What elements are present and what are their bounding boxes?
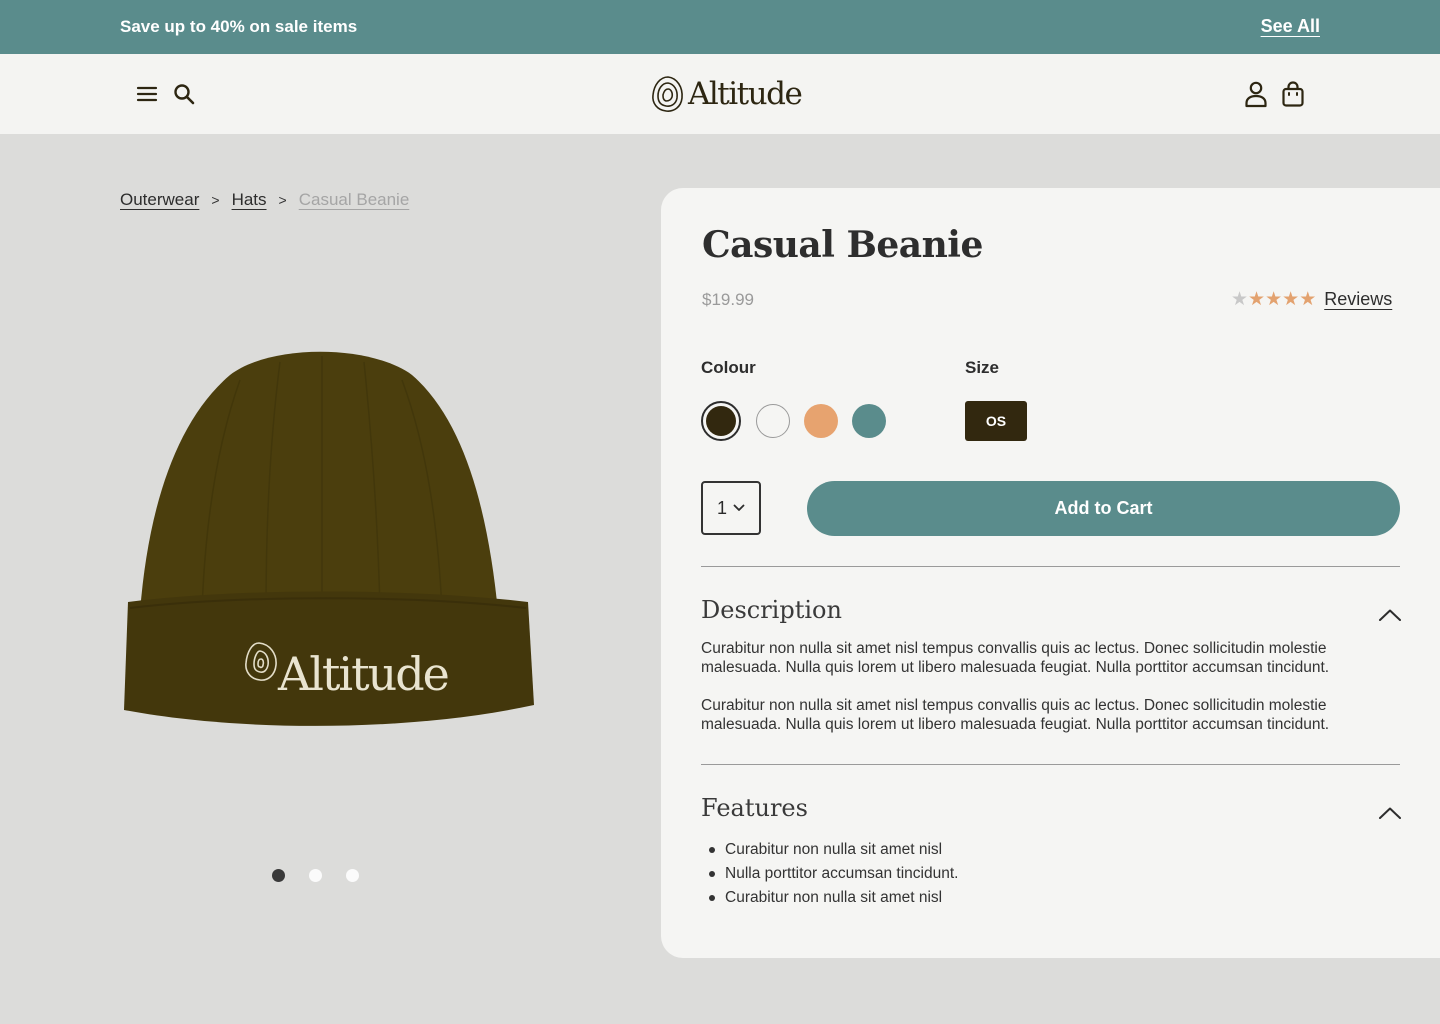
logo-mark-icon	[652, 76, 683, 112]
image-dot-1[interactable]	[272, 869, 285, 882]
breadcrumb-outerwear[interactable]: Outerwear	[120, 190, 199, 210]
promo-banner: Save up to 40% on sale items See All	[0, 0, 1440, 54]
star-icon: ★	[1231, 289, 1249, 310]
description-title: Description	[701, 596, 842, 624]
product-image-brand: Altitude	[277, 647, 448, 701]
star-icon: ★	[1265, 289, 1283, 310]
search-icon[interactable]	[169, 79, 199, 109]
description-paragraph: Curabitur non nulla sit amet nisl tempus…	[701, 697, 1330, 733]
size-option-os[interactable]: OS	[965, 401, 1027, 441]
brand-logo[interactable]: Altitude	[650, 72, 803, 116]
list-item: Curabitur non nulla sit amet nisl	[709, 838, 958, 862]
menu-icon[interactable]	[132, 79, 162, 109]
brand-name: Altitude	[688, 76, 803, 112]
breadcrumb: Outerwear > Hats > Casual Beanie	[120, 190, 409, 210]
chevron-down-icon	[733, 504, 745, 511]
bag-icon[interactable]	[1278, 79, 1308, 109]
divider	[701, 764, 1400, 765]
image-dot-2[interactable]	[309, 869, 322, 882]
colour-swatch-brown[interactable]	[701, 401, 741, 441]
size-label: Size	[965, 358, 1000, 377]
features-title: Features	[701, 794, 808, 822]
colour-swatch-teal[interactable]	[852, 404, 886, 438]
colour-swatch-white[interactable]	[756, 404, 790, 438]
features-list: Curabitur non nulla sit amet nisl Nulla …	[709, 838, 958, 910]
quantity-select[interactable]: 1	[701, 481, 761, 535]
description-paragraph: Curabitur non nulla sit amet nisl tempus…	[701, 640, 1330, 676]
add-to-cart-button[interactable]: Add to Cart	[807, 481, 1400, 536]
list-item: Nulla porttitor accumsan tincidunt.	[709, 862, 958, 886]
quantity-value: 1	[716, 497, 727, 518]
site-header: Altitude	[0, 54, 1440, 134]
promo-message: Save up to 40% on sale items	[120, 17, 358, 36]
product-price: $19.99	[702, 290, 754, 309]
breadcrumb-current: Casual Beanie	[298, 190, 410, 209]
star-icon: ★	[1299, 289, 1317, 310]
image-pagination	[272, 869, 359, 882]
product-title: Casual Beanie	[702, 224, 983, 266]
breadcrumb-separator: >	[211, 192, 220, 208]
star-icon: ★	[1282, 289, 1300, 310]
breadcrumb-hats[interactable]: Hats	[232, 190, 267, 210]
product-image: Altitude	[110, 340, 550, 740]
rating: ★ ★ ★ ★ ★ Reviews	[1231, 289, 1392, 310]
image-dot-3[interactable]	[346, 869, 359, 882]
colour-swatch-orange[interactable]	[804, 404, 838, 438]
see-all-link[interactable]: See All	[1261, 16, 1320, 37]
colour-label: Colour	[701, 358, 756, 377]
account-icon[interactable]	[1241, 79, 1271, 109]
chevron-up-icon[interactable]	[1377, 607, 1403, 623]
reviews-link[interactable]: Reviews	[1324, 289, 1392, 310]
list-item: Curabitur non nulla sit amet nisl	[709, 886, 958, 910]
star-icon: ★	[1248, 289, 1266, 310]
breadcrumb-separator: >	[278, 192, 287, 208]
product-panel: Casual Beanie $19.99 ★ ★ ★ ★ ★ Reviews C…	[661, 188, 1440, 958]
divider	[701, 566, 1400, 567]
chevron-up-icon[interactable]	[1377, 805, 1403, 821]
